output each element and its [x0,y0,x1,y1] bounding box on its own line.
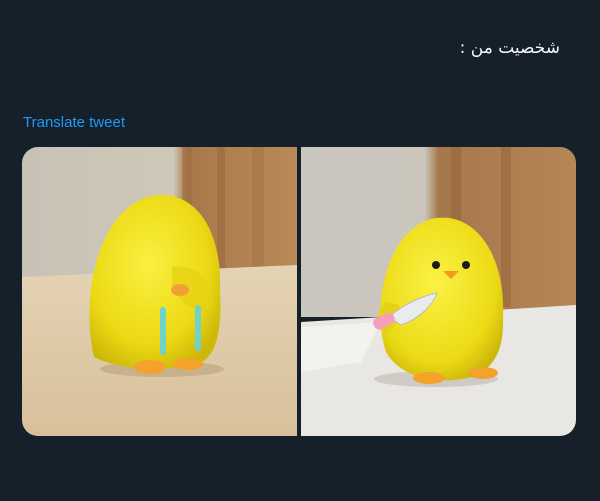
translate-tweet-link[interactable]: Translate tweet [23,114,125,131]
tweet-media-grid [22,147,576,436]
tweet-text: شخصیت من : [459,38,560,58]
knife-chick-photo-icon [301,147,576,436]
sad-chick-photo-icon [22,147,297,436]
media-photo-right[interactable] [301,147,576,436]
media-photo-left[interactable] [22,147,297,436]
